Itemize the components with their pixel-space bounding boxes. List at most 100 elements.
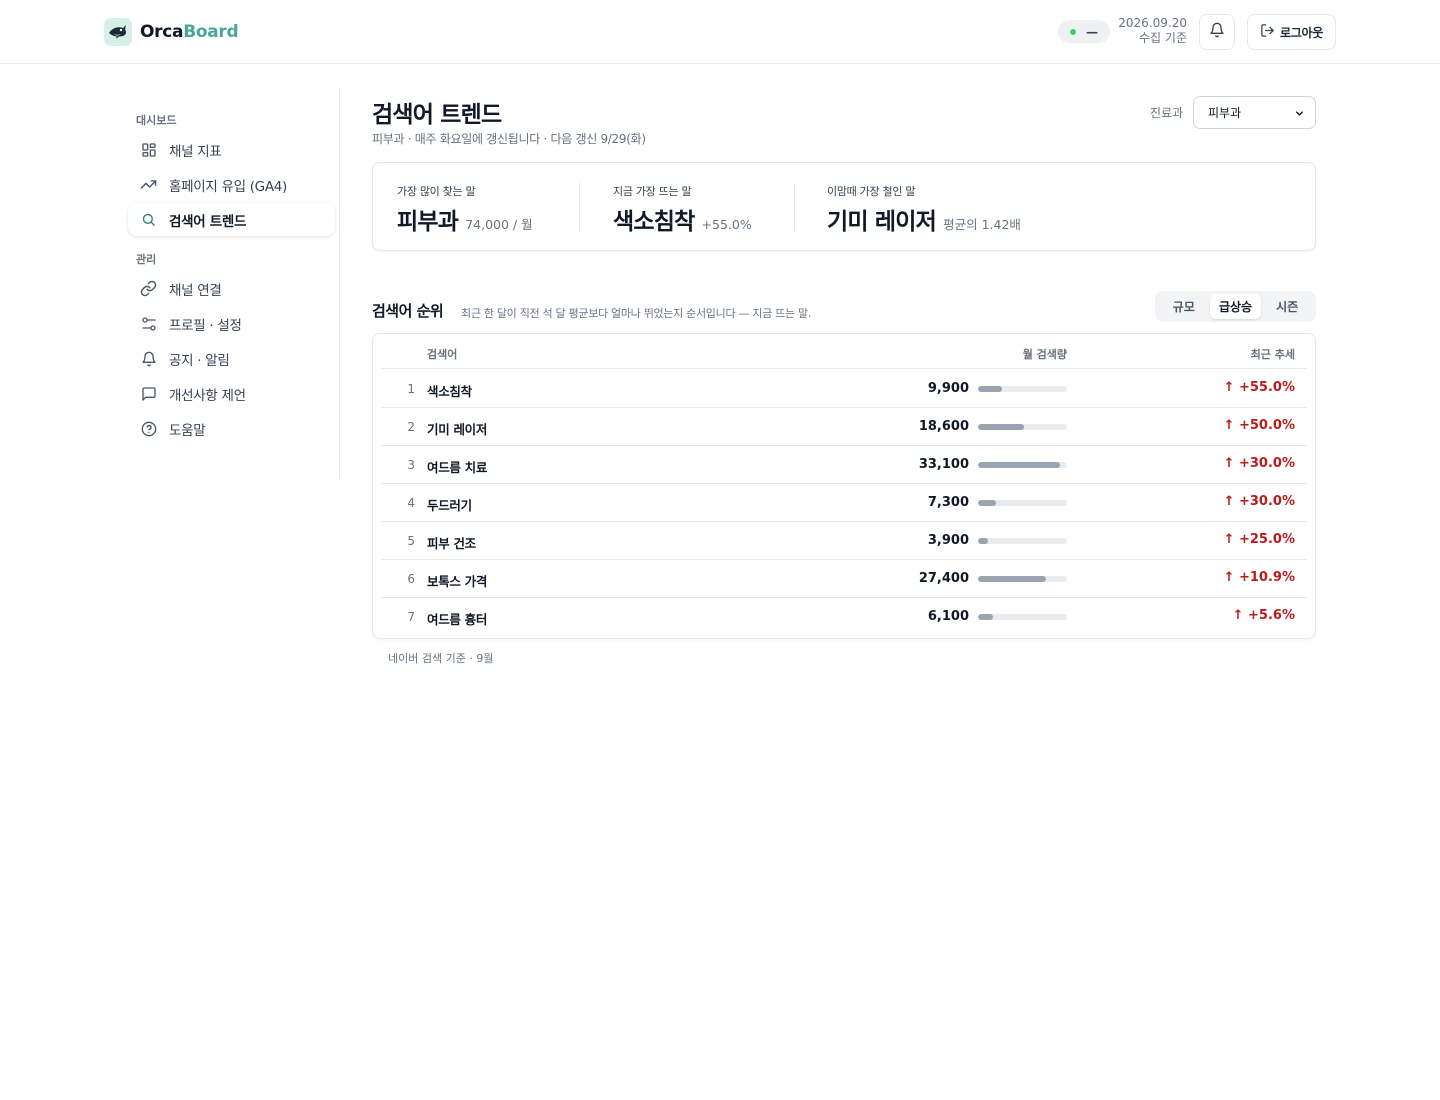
data-source-note: 네이버 검색 기준 · 9월 — [388, 652, 494, 665]
logout-button[interactable]: 로그아웃 — [1247, 14, 1336, 50]
row-rank: 6 — [407, 572, 415, 586]
row-volume: 6,100 — [927, 609, 969, 624]
row-rank: 3 — [407, 458, 415, 472]
row-volume: 7,300 — [927, 495, 969, 510]
table-row[interactable]: 1 색소침착 9,900 ↑ +55.0% — [381, 370, 1307, 408]
tab-scale[interactable]: 규모 — [1158, 294, 1210, 319]
summary-seasonal-term: 이맘때 가장 철인 말 기미 레이저 평균의 1.42배 — [827, 183, 1021, 236]
table-header: 검색어 월 검색량 최근 추세 — [381, 334, 1307, 369]
volume-bar-track — [978, 424, 1067, 430]
row-term: 기미 레이저 — [427, 422, 488, 437]
row-volume: 9,900 — [927, 381, 969, 396]
summary-card: 가장 많이 찾는 말 피부과 74,000 / 월 지금 가장 뜨는 말 색소침… — [372, 162, 1316, 251]
volume-bar-track — [978, 500, 1067, 506]
trending-up-icon — [140, 176, 157, 193]
summary-label: 이맘때 가장 철인 말 — [827, 185, 916, 198]
sidebar-item-ga4[interactable]: 홈페이지 유입 (GA4) — [128, 168, 335, 201]
chevron-down-icon — [1294, 108, 1305, 122]
table-row[interactable]: 6 보톡스 가격 27,400 ↑ +10.9% — [381, 560, 1307, 598]
sidebar-item-label: 채널 연결 — [169, 282, 222, 299]
summary-value: 기미 레이저 — [827, 209, 937, 235]
sync-status-badge: — — [1058, 20, 1110, 43]
volume-bar-track — [978, 538, 1067, 544]
sidebar-item-help[interactable]: 도움말 — [128, 412, 335, 445]
summary-divider — [794, 183, 795, 231]
collect-date: 2026.09.20 수집 기준 — [1118, 16, 1187, 46]
table-row[interactable]: 5 피부 건조 3,900 ↑ +25.0% — [381, 522, 1307, 560]
table-row[interactable]: 4 두드러기 7,300 ↑ +30.0% — [381, 484, 1307, 522]
row-rank: 7 — [407, 610, 415, 624]
summary-label: 지금 가장 뜨는 말 — [613, 185, 692, 198]
volume-bar-fill — [978, 576, 1046, 582]
table-row[interactable]: 3 여드름 치료 33,100 ↑ +30.0% — [381, 446, 1307, 484]
orca-logo-icon — [104, 18, 132, 46]
column-header-volume: 월 검색량 — [1022, 348, 1067, 361]
sidebar-item-label: 공지 · 알림 — [169, 352, 230, 369]
sidebar-item-label: 채널 지표 — [169, 143, 222, 160]
row-trend: ↑ +10.9% — [1223, 570, 1295, 585]
sidebar-item-suggestions[interactable]: 개선사항 제언 — [128, 377, 335, 410]
volume-bar-fill — [978, 462, 1060, 468]
sidebar: 대시보드 채널 지표 홈페이지 유입 (GA4) 검색어 트렌드 관리 채널 연… — [128, 88, 340, 478]
brand-name: OrcaBoard — [140, 22, 239, 42]
row-rank: 5 — [407, 534, 415, 548]
notifications-button[interactable] — [1199, 14, 1235, 50]
sidebar-item-search-trends[interactable]: 검색어 트렌드 — [128, 203, 335, 236]
summary-label: 가장 많이 찾는 말 — [397, 185, 476, 198]
ranking-table: 검색어 월 검색량 최근 추세 1 색소침착 9,900 ↑ +55.0% 2 기미 레이… — [372, 333, 1316, 639]
sidebar-item-channel-metrics[interactable]: 채널 지표 — [128, 133, 335, 166]
volume-bar-fill — [978, 614, 994, 620]
row-term: 두드러기 — [427, 498, 472, 513]
volume-bar-fill — [978, 500, 997, 506]
volume-bar-fill — [978, 386, 1003, 392]
sidebar-section-dashboard: 대시보드 — [136, 114, 177, 127]
row-volume: 33,100 — [918, 457, 969, 472]
volume-bar-track — [978, 386, 1067, 392]
table-row[interactable]: 7 여드름 흉터 6,100 ↑ +5.6% — [381, 598, 1307, 636]
summary-detail: 평균의 1.42배 — [943, 217, 1021, 232]
ranking-sort-tabs: 규모 급상승 시즌 — [1155, 291, 1316, 322]
department-select-value: 피부과 — [1208, 106, 1242, 120]
tab-season[interactable]: 시즌 — [1261, 294, 1313, 319]
tab-rising[interactable]: 급상승 — [1209, 294, 1262, 319]
top-header: OrcaBoard — 2026.09.20 수집 기준 로그아웃 — [0, 0, 1440, 64]
summary-divider — [579, 183, 580, 231]
row-trend: ↑ +25.0% — [1223, 532, 1295, 547]
column-header-term: 검색어 — [427, 348, 458, 361]
department-select[interactable]: 피부과 — [1193, 96, 1316, 129]
help-circle-icon — [140, 420, 157, 437]
grid-icon — [140, 141, 157, 158]
table-row[interactable]: 2 기미 레이저 18,600 ↑ +50.0% — [381, 408, 1307, 446]
page-subtitle: 피부과 · 매주 화요일에 갱신됩니다 · 다음 갱신 9/29(화) — [372, 132, 646, 146]
row-term: 색소침착 — [427, 384, 472, 399]
sidebar-item-label: 검색어 트렌드 — [169, 213, 247, 230]
row-term: 보톡스 가격 — [427, 574, 488, 589]
sidebar-item-channel-link[interactable]: 채널 연결 — [128, 272, 335, 305]
row-term: 여드름 흉터 — [427, 612, 488, 627]
sidebar-item-profile-settings[interactable]: 프로필 · 설정 — [128, 307, 335, 340]
brand-logo[interactable]: OrcaBoard — [104, 18, 239, 46]
collect-date-label: 수집 기준 — [1139, 31, 1187, 45]
sidebar-item-notices[interactable]: 공지 · 알림 — [128, 342, 335, 375]
bell-icon — [140, 350, 157, 367]
page-title: 검색어 트렌드 — [372, 102, 502, 128]
row-term: 여드름 치료 — [427, 460, 488, 475]
volume-bar-fill — [978, 424, 1024, 430]
volume-bar-fill — [978, 538, 988, 544]
status-text: — — [1086, 24, 1098, 39]
summary-detail: 74,000 / 월 — [465, 217, 533, 232]
row-volume: 3,900 — [927, 533, 969, 548]
sidebar-item-label: 개선사항 제언 — [169, 387, 246, 404]
collect-date-value: 2026.09.20 — [1118, 16, 1187, 30]
row-rank: 2 — [407, 420, 415, 434]
volume-bar-track — [978, 462, 1067, 468]
row-term: 피부 건조 — [427, 536, 476, 551]
row-rank: 1 — [407, 382, 415, 396]
summary-detail: +55.0% — [701, 217, 752, 232]
row-trend: ↑ +55.0% — [1223, 380, 1295, 395]
link-icon — [140, 280, 157, 297]
ranking-title: 검색어 순위 — [372, 302, 444, 320]
volume-bar-track — [978, 614, 1067, 620]
volume-bar-track — [978, 576, 1067, 582]
bell-icon — [1209, 22, 1225, 42]
